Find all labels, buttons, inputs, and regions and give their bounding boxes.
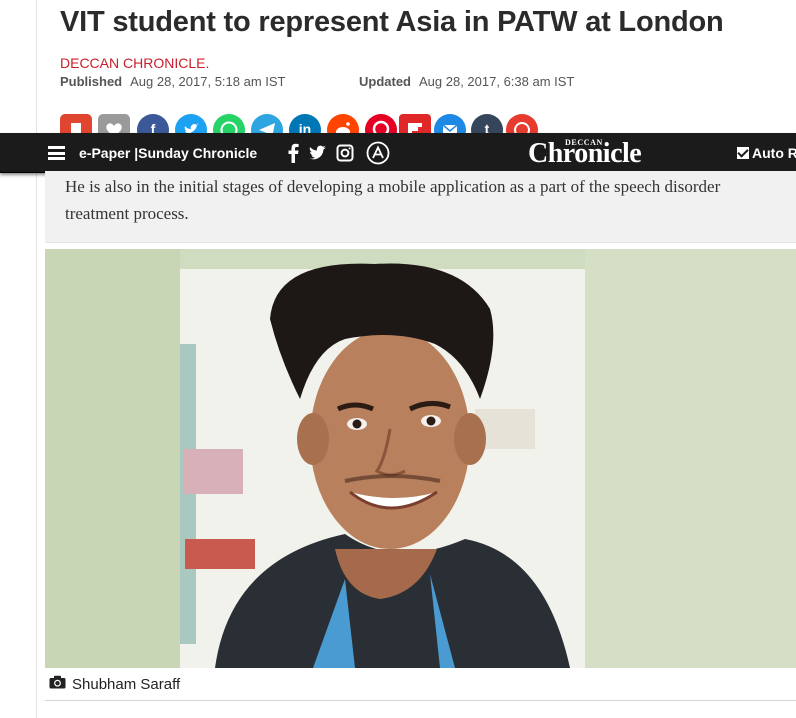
photo-caption-text: Shubham Saraff	[72, 675, 181, 693]
flipboard-icon[interactable]	[399, 114, 431, 134]
published-meta: Published Aug 28, 2017, 5:18 am IST	[60, 74, 286, 89]
reddit-icon[interactable]	[327, 114, 359, 134]
email-icon[interactable]	[434, 114, 466, 134]
published-label: Published	[60, 74, 123, 89]
facebook-icon[interactable]: f	[137, 114, 169, 134]
deccan-chronicle-logo[interactable]: DECCAN Chronicle	[528, 133, 663, 173]
yahoo-icon[interactable]	[506, 114, 538, 134]
left-border-rule	[36, 0, 37, 718]
heart-icon[interactable]	[98, 114, 130, 134]
updated-date: Aug 28, 2017, 6:38 am IST	[419, 74, 575, 89]
auto-refresh-label: Auto R	[752, 145, 796, 161]
photo-caption: Shubham Saraff	[49, 675, 180, 693]
share-buttons-row: f in t	[60, 114, 550, 134]
whatsapp-icon[interactable]	[213, 114, 245, 134]
linkedin-icon[interactable]: in	[289, 114, 321, 134]
pull-quote-box: He is also in the initial stages of deve…	[45, 171, 796, 243]
article-source[interactable]: DECCAN CHRONICLE.	[60, 55, 209, 71]
updated-label: Updated	[359, 74, 411, 89]
sticky-navbar: e-Paper |Sunday Chronicle DECCAN Chronic…	[0, 133, 796, 173]
menu-icon[interactable]	[48, 146, 65, 160]
pinterest-icon[interactable]	[365, 114, 397, 134]
updated-meta: Updated Aug 28, 2017, 6:38 am IST	[359, 74, 574, 89]
auto-refresh-checkbox[interactable]	[737, 147, 749, 159]
nav-left-group: e-Paper |Sunday Chronicle	[48, 133, 257, 173]
epaper-sunday-chronicle-link[interactable]: e-Paper |Sunday Chronicle	[79, 145, 257, 161]
article-photo[interactable]	[45, 249, 796, 668]
nav-twitter-icon[interactable]	[308, 133, 328, 173]
logo-chronicle-text: Chronicle	[528, 138, 642, 169]
bookmark-icon[interactable]	[60, 114, 92, 134]
pull-quote-text: He is also in the initial stages of deve…	[65, 177, 721, 223]
twitter-icon[interactable]	[175, 114, 207, 134]
telegram-icon[interactable]	[251, 114, 283, 134]
article-headline: VIT student to represent Asia in PATW at…	[60, 6, 724, 38]
published-date: Aug 28, 2017, 5:18 am IST	[130, 74, 286, 89]
nav-facebook-icon[interactable]	[286, 133, 300, 173]
nav-app-store-icon[interactable]	[366, 133, 390, 173]
tumblr-icon[interactable]: t	[471, 114, 503, 134]
nav-instagram-icon[interactable]	[336, 133, 354, 173]
caption-divider	[45, 700, 796, 701]
camera-icon	[49, 675, 66, 693]
auto-refresh-toggle[interactable]: Auto R	[737, 133, 796, 173]
